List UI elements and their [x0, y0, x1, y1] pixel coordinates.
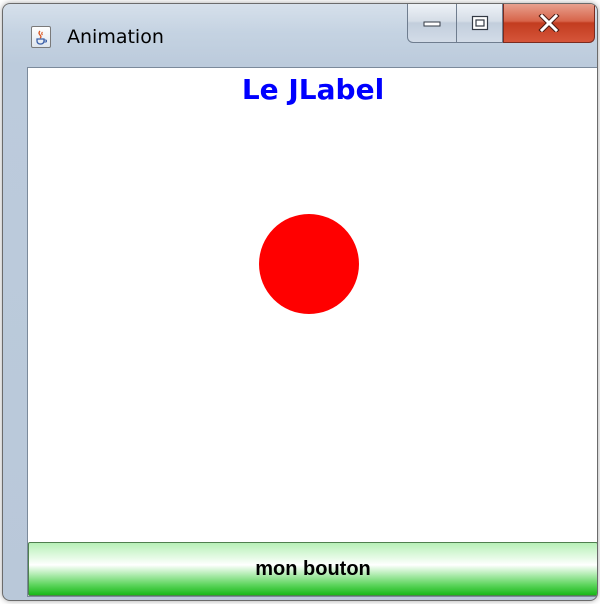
close-button[interactable] — [503, 4, 595, 43]
java-cup-icon[interactable] — [31, 26, 51, 48]
caption-buttons — [407, 4, 595, 44]
title-bar[interactable]: Animation — [3, 4, 597, 64]
animated-red-ball — [259, 214, 359, 314]
window-title: Animation — [67, 26, 164, 48]
minimize-button[interactable] — [407, 4, 457, 43]
maximize-icon — [471, 15, 488, 31]
minimize-icon — [423, 21, 441, 27]
jlabel-text: Le JLabel — [241, 73, 385, 106]
app-window: Animation Le JLabel mon bouton — [2, 3, 598, 601]
close-icon — [538, 14, 560, 32]
mon-bouton-button[interactable]: mon bouton — [28, 542, 597, 596]
maximize-button[interactable] — [457, 4, 503, 43]
content-pane: Le JLabel mon bouton — [27, 67, 597, 597]
